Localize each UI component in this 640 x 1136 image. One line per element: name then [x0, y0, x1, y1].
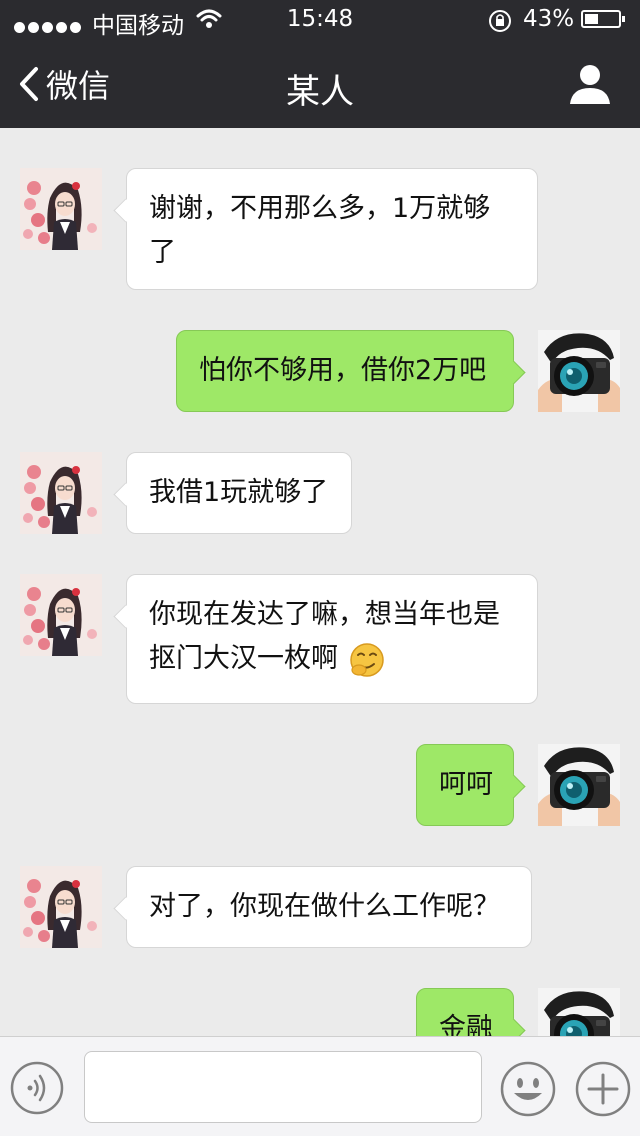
message-bubble[interactable]: 对了，你现在做什么工作呢？: [126, 866, 532, 948]
battery-icon: [581, 10, 625, 28]
message-text: 怕你不够用，借你2万吧: [199, 355, 487, 386]
message-text: 呵呵: [439, 769, 493, 800]
message-bubble[interactable]: 我借1玩就够了: [126, 452, 352, 534]
emoji-button[interactable]: [500, 1061, 556, 1117]
profile-icon: [570, 65, 610, 104]
my-avatar[interactable]: [538, 330, 620, 412]
message-text: 我借1玩就够了: [149, 477, 329, 508]
voice-icon: [10, 1061, 64, 1115]
input-bar: [0, 1036, 640, 1136]
message-bubble[interactable]: 呵呵: [416, 744, 514, 826]
message-list[interactable]: 谢谢，不用那么多，1万就够了 怕你不够用，借你2万吧 我借1玩就够了 你现在发达…: [0, 128, 640, 1036]
my-avatar[interactable]: [538, 988, 620, 1036]
smirk-face-emoji: [349, 642, 384, 677]
rotation-lock-icon: [487, 8, 513, 40]
message-text: 你现在发达了嘛，想当年也是抠门大汉一枚啊: [149, 599, 500, 674]
top-header: 中国移动 15:48 43% 微信 某人: [0, 0, 640, 128]
message-text: 对了，你现在做什么工作呢？: [149, 891, 500, 922]
profile-button[interactable]: [568, 62, 612, 106]
message-input[interactable]: [84, 1051, 482, 1123]
battery-percent: 43%: [523, 6, 575, 32]
status-bar: 中国移动 15:48 43%: [0, 0, 640, 40]
contact-avatar[interactable]: [20, 574, 102, 656]
message-text: 金融: [439, 1013, 493, 1036]
message-text: 谢谢，不用那么多，1万就够了: [149, 193, 491, 268]
contact-avatar[interactable]: [20, 866, 102, 948]
voice-button[interactable]: [10, 1061, 64, 1115]
message-bubble[interactable]: 金融: [416, 988, 514, 1036]
my-avatar[interactable]: [538, 744, 620, 826]
contact-avatar[interactable]: [20, 168, 102, 250]
message-bubble[interactable]: 谢谢，不用那么多，1万就够了: [126, 168, 538, 290]
message-bubble[interactable]: 怕你不够用，借你2万吧: [176, 330, 514, 412]
more-button[interactable]: [575, 1061, 631, 1117]
chat-title: 某人: [286, 72, 354, 112]
message-bubble[interactable]: 你现在发达了嘛，想当年也是抠门大汉一枚啊: [126, 574, 538, 704]
contact-avatar[interactable]: [20, 452, 102, 534]
emoji-face-icon: [500, 1061, 556, 1117]
plus-icon: [575, 1061, 631, 1117]
